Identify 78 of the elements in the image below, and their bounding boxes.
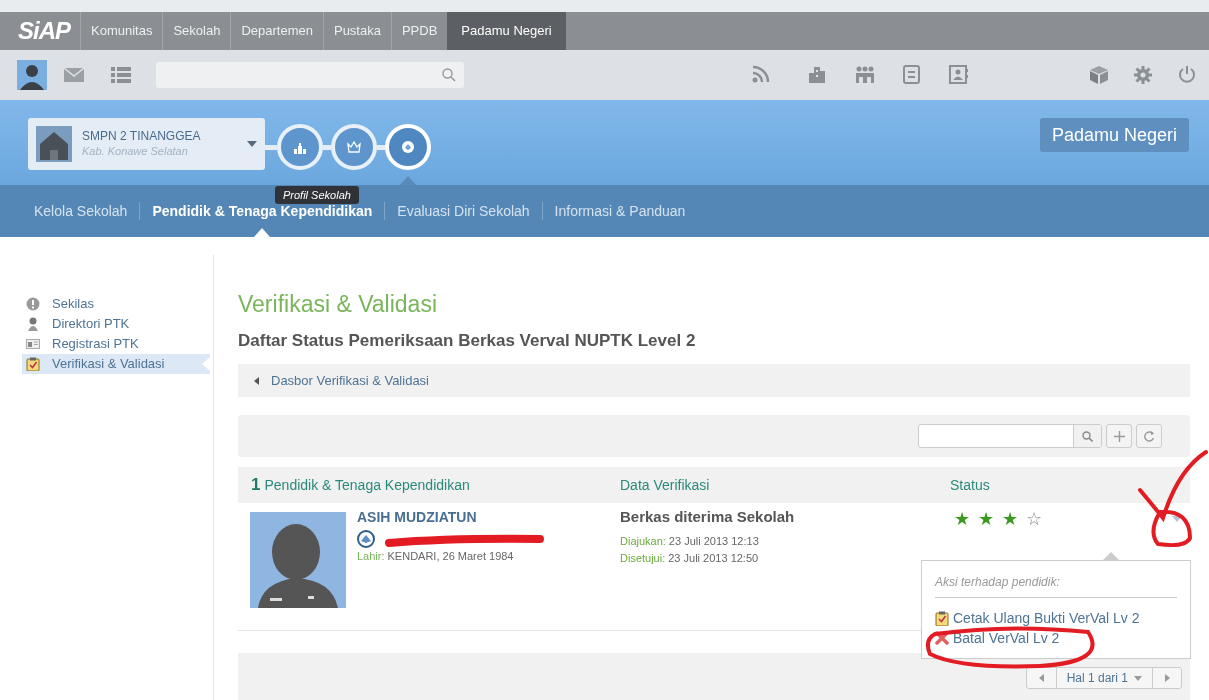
date-value: 23 Juli 2013 12:13: [668, 534, 759, 549]
cabinet-icon[interactable]: [902, 65, 922, 85]
column-header: Pendidik & Tenaga Kependidikan: [264, 476, 470, 496]
section-tab[interactable]: Evaluasi Diri Sekolah: [397, 185, 530, 237]
school-name: SMPN 2 TINANGGEA: [82, 129, 201, 144]
avatar-icon: [250, 512, 346, 608]
search-icon: [442, 68, 456, 82]
person-icon: [26, 317, 40, 331]
search-icon: [1082, 430, 1093, 442]
id-card-icon: [26, 337, 40, 351]
search-field[interactable]: [156, 62, 464, 88]
date-label: Disetujui:: [620, 550, 666, 566]
school-selector[interactable]: SMPN 2 TINANGGEA Kab. Konawe Selatan: [28, 118, 265, 170]
refresh-icon: [1143, 430, 1155, 442]
sidebar-item[interactable]: Sekilas: [22, 294, 210, 314]
page-subtitle: Daftar Status Pemeriksaan Berkas Verval NUPTK Level 2: [238, 330, 697, 352]
birth-label: Lahir:: [357, 549, 385, 564]
clipboard-check-icon: [935, 610, 949, 626]
next-icon[interactable]: [1164, 674, 1170, 682]
section-tab[interactable]: Informasi & Panduan: [554, 185, 686, 237]
row-count: 1: [251, 474, 261, 497]
power-icon[interactable]: [1177, 65, 1197, 85]
caret-icon: [247, 141, 257, 147]
building-icon[interactable]: [808, 65, 828, 85]
tooltip: Profil Sekolah: [275, 186, 359, 204]
badge-icon: [401, 140, 415, 154]
menu-item[interactable]: Batal VerVal Lv 2: [935, 628, 1177, 648]
alert-icon: [26, 297, 40, 311]
nav-tab[interactable]: Padamu Negeri: [447, 12, 566, 50]
rss-icon[interactable]: [752, 65, 772, 85]
add-button[interactable]: [1106, 424, 1132, 448]
cube-icon[interactable]: [1089, 65, 1109, 85]
logo: SiAP: [18, 16, 72, 46]
contact-card-icon[interactable]: [949, 65, 969, 85]
step-button[interactable]: [331, 124, 377, 170]
app-button[interactable]: Padamu Negeri: [1039, 118, 1189, 152]
people-icon[interactable]: [855, 65, 875, 85]
school-region: Kab. Konawe Selatan: [82, 144, 189, 159]
plus-icon: [1113, 430, 1125, 442]
sidebar-item[interactable]: Verifikasi & Validasi: [22, 354, 210, 374]
settings-icon[interactable]: [1133, 65, 1153, 85]
avatar-icon[interactable]: [17, 60, 47, 90]
column-header: Data Verifikasi: [620, 475, 711, 495]
refresh-button[interactable]: [1136, 424, 1162, 448]
cross-icon: [935, 630, 949, 646]
status-text: Berkas diterima Sekolah: [620, 507, 796, 527]
filter-field[interactable]: [918, 424, 1102, 448]
pointer-indicator: [202, 357, 210, 371]
step-button[interactable]: [277, 124, 323, 170]
page-title: Verifikasi & Validasi: [238, 290, 438, 318]
star-filled-icon: ★: [954, 509, 970, 529]
birth-value: KENDARI, 26 Maret 1984: [387, 549, 514, 564]
back-link[interactable]: Dasbor Verifikasi & Validasi: [254, 370, 429, 391]
menu-item[interactable]: Cetak Ulang Bukti VerVal Lv 2: [935, 608, 1177, 628]
building-icon: [293, 140, 307, 154]
star-filled-icon: ★: [978, 509, 994, 529]
date-value: 23 Juli 2013 12:50: [668, 550, 759, 566]
sidebar-item[interactable]: Registrasi PTK: [22, 334, 210, 354]
crown-icon: [347, 140, 361, 154]
emblem-icon: [357, 530, 375, 548]
previous-icon[interactable]: [1038, 674, 1044, 682]
date-label: Diajukan:: [620, 534, 666, 549]
clipboard-check-icon: [26, 357, 40, 371]
menu-title: Aksi terhadap pendidik:: [935, 573, 1177, 598]
list-icon[interactable]: [111, 67, 131, 83]
column-header: Status: [950, 475, 990, 495]
page-indicator: Hal 1 dari 1: [1066, 670, 1128, 687]
school-icon: [36, 126, 72, 162]
back-arrow-icon: [254, 376, 259, 385]
caret-icon[interactable]: [1172, 516, 1182, 522]
star-filled-icon: ★: [1002, 509, 1018, 529]
star-empty-icon: ☆: [1026, 509, 1042, 529]
caret-icon: [1134, 675, 1142, 681]
mail-icon[interactable]: [64, 68, 84, 82]
teacher-name[interactable]: ASIH MUDZIATUN: [357, 507, 514, 528]
pager[interactable]: Hal 1 dari 1: [1025, 667, 1182, 689]
section-tab[interactable]: Kelola Sekolah: [34, 185, 128, 237]
sidebar-item[interactable]: Direktori PTK: [22, 314, 210, 334]
